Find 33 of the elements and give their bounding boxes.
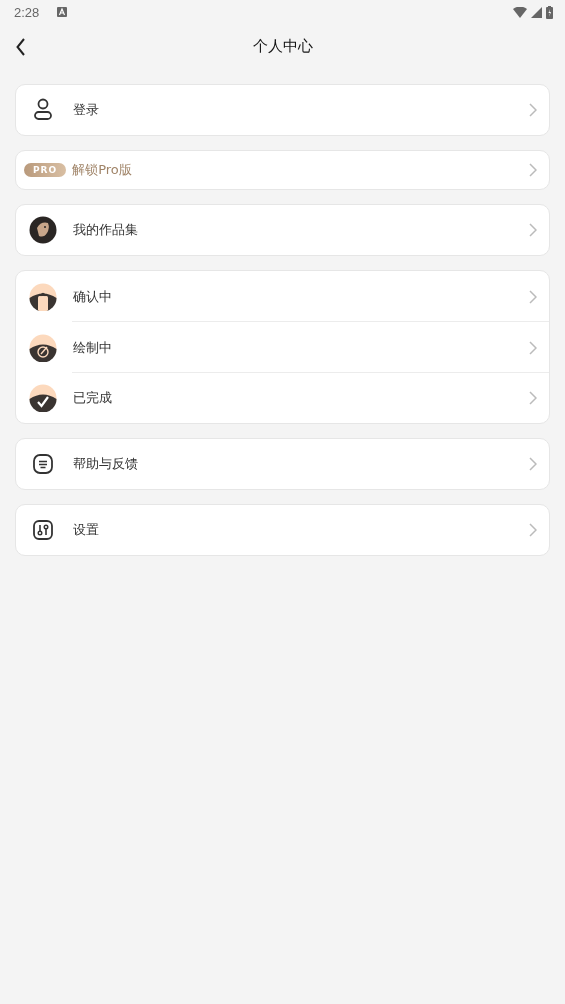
menu-item[interactable]: PRO 解锁Pro版: [16, 151, 549, 189]
signal-icon: [531, 6, 542, 18]
chevron-icon: [529, 340, 537, 355]
menu-label: 已完成: [73, 389, 113, 407]
menu-label: 设置: [73, 521, 100, 539]
avatar-icon: [29, 216, 57, 244]
chevron-icon: [529, 163, 537, 177]
menu-label: 我的作品集: [73, 221, 139, 239]
menu-item[interactable]: 登录: [16, 85, 549, 135]
wifi-icon: [513, 6, 527, 18]
chevron-icon: [529, 391, 537, 405]
chevron-icon: [529, 103, 537, 117]
menu-item[interactable]: 设置: [16, 505, 549, 555]
status-time: 2:28: [14, 4, 40, 20]
chevron-icon: [529, 289, 537, 304]
menu-item[interactable]: 已完成: [16, 373, 549, 423]
menu-item[interactable]: 确认中: [16, 271, 549, 322]
menu-label: 登录: [73, 101, 100, 119]
pro-badge: PRO: [24, 163, 67, 177]
menu-label: 帮助与反馈: [73, 455, 139, 473]
menu-item[interactable]: 我的作品集: [16, 205, 549, 255]
menu-label: 绘制中: [73, 338, 113, 357]
battery-icon: [546, 5, 553, 19]
keyboard-icon: [57, 7, 68, 17]
menu-item[interactable]: 绘制中: [16, 322, 549, 373]
chevron-icon: [529, 457, 537, 471]
chevron-icon: [529, 223, 537, 237]
checkmark-icon: [29, 384, 57, 412]
chevron-icon: [529, 523, 537, 537]
page-title: 个人中心: [252, 36, 313, 56]
menu-label: 确认中: [73, 287, 113, 306]
menu-item[interactable]: 帮助与反馈: [16, 439, 549, 489]
menu-label: 解锁Pro版: [72, 161, 133, 179]
